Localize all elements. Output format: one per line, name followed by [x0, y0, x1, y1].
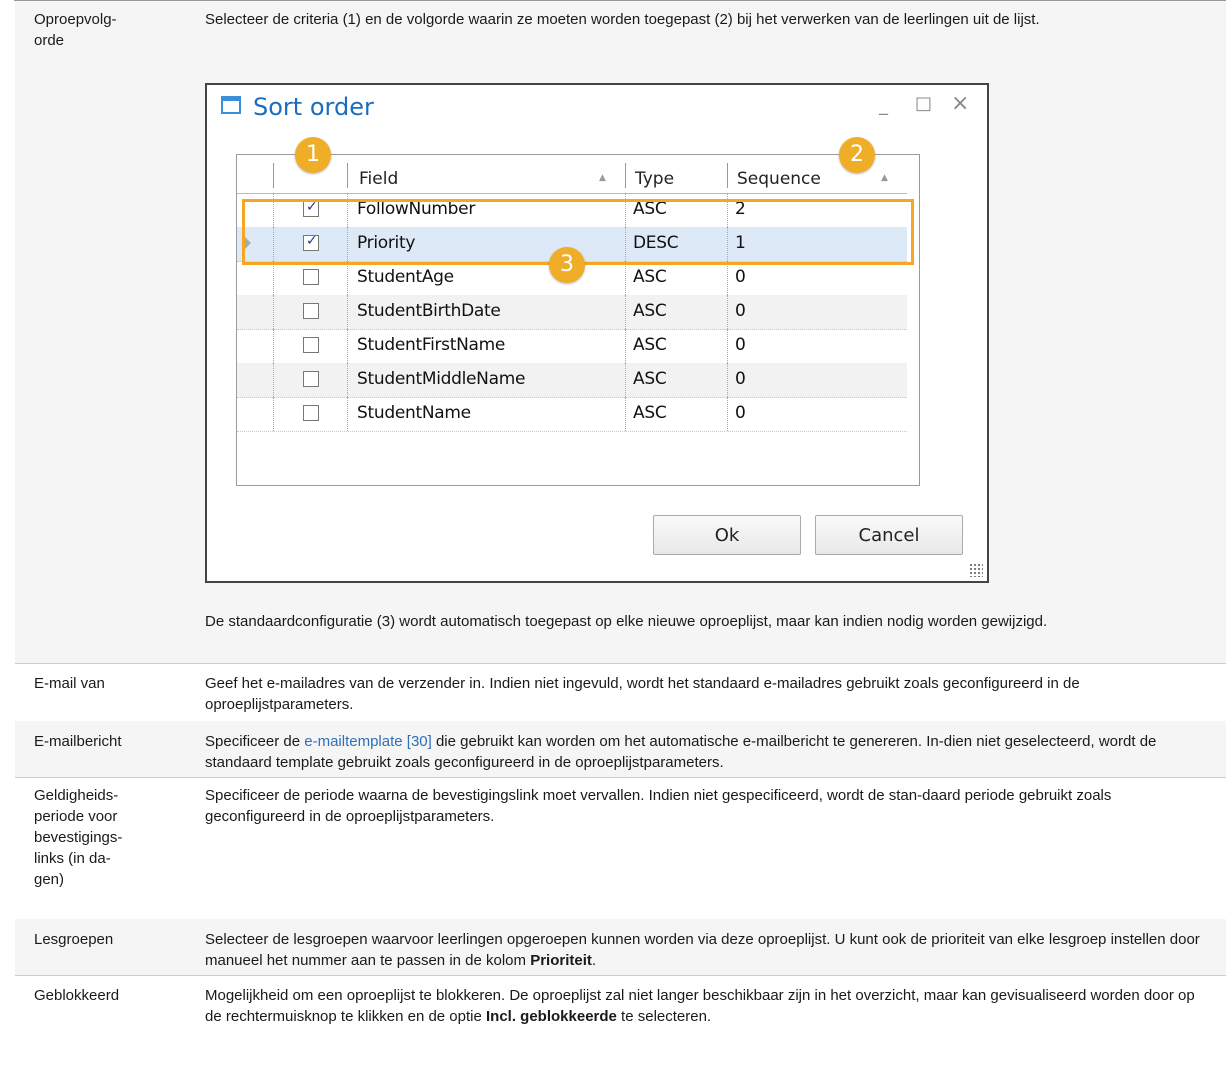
row-description: Selecteer de lesgroepen waarvoor leerlin… [205, 931, 1200, 969]
sequence-cell: 0 [735, 301, 746, 321]
sort-order-dialog: Sort order _ □ × Field ▲ Type Sequence ▲ [205, 83, 989, 583]
field-cell: StudentName [357, 403, 471, 423]
type-cell: ASC [633, 403, 667, 423]
row-description: Specificeer de e-mailtemplate [30] die g… [205, 733, 1157, 771]
close-icon[interactable]: × [951, 91, 969, 116]
type-cell: ASC [633, 335, 667, 355]
field-cell: StudentBirthDate [357, 301, 501, 321]
table-row-emailbericht: E-mailbericht Specificeer de e-mailtempl… [15, 721, 1226, 778]
row-label: Geldigheids- periode voor bevestigings- … [34, 787, 123, 888]
row-description: Mogelijkheid om een oproeplijst te blokk… [205, 987, 1195, 1025]
minimize-icon[interactable]: _ [879, 95, 888, 116]
grid-header: Field ▲ Type Sequence ▲ [237, 155, 907, 194]
row-label: E-mail van [34, 675, 105, 692]
type-cell: ASC [633, 301, 667, 321]
table-row-geldigheidsperiode: Geldigheids- periode voor bevestigings- … [15, 777, 1226, 920]
table-row-geblokkeerd: Geblokkeerd Mogelijkheid om een oproepli… [15, 975, 1226, 1069]
table-row-email-van: E-mail van Geef het e-mailadres van de v… [15, 663, 1226, 722]
grid-row[interactable]: StudentName ASC 0 [237, 397, 907, 432]
checkbox[interactable] [303, 337, 319, 353]
checkbox[interactable] [303, 371, 319, 387]
column-header-sequence[interactable]: Sequence [737, 169, 821, 189]
window-icon [221, 96, 241, 114]
sequence-cell: 0 [735, 267, 746, 287]
cancel-button[interactable]: Cancel [815, 515, 963, 555]
row-label: Lesgroepen [34, 931, 114, 948]
grid-row[interactable]: StudentFirstName ASC 0 [237, 329, 907, 364]
row-label: Oproepvolg- orde [34, 11, 117, 49]
ok-button[interactable]: Ok [653, 515, 801, 555]
sort-asc-icon: ▲ [881, 173, 888, 183]
type-cell: ASC [633, 369, 667, 389]
field-cell: StudentFirstName [357, 335, 506, 355]
dialog-title: Sort order [253, 93, 374, 121]
field-cell: StudentMiddleName [357, 369, 526, 389]
checkbox[interactable] [303, 269, 319, 285]
maximize-icon[interactable]: □ [915, 93, 932, 114]
table-row-oproepvolgorde: Oproepvolg- orde Selecteer de criteria (… [15, 1, 1226, 664]
resize-grip-icon[interactable] [969, 563, 983, 577]
callout-badge-2: 2 [839, 137, 875, 173]
row-description: Selecteer de criteria (1) en de volgorde… [205, 11, 1040, 28]
row-label: Geblokkeerd [34, 987, 120, 1004]
sort-asc-icon: ▲ [599, 173, 606, 183]
table-row-lesgroepen: Lesgroepen Selecteer de lesgroepen waarv… [15, 919, 1226, 976]
sequence-cell: 0 [735, 335, 746, 355]
parameter-table: Oproepvolg- orde Selecteer de criteria (… [14, 0, 1226, 1025]
sequence-cell: 0 [735, 369, 746, 389]
row-label: E-mailbericht [34, 733, 122, 750]
callout-badge-3: 3 [549, 247, 585, 283]
callout-badge-1: 1 [295, 137, 331, 173]
type-cell: ASC [633, 267, 667, 287]
grid-row[interactable]: StudentMiddleName ASC 0 [237, 363, 907, 398]
grid-row[interactable]: StudentBirthDate ASC 0 [237, 295, 907, 330]
column-header-type[interactable]: Type [635, 169, 674, 189]
checkbox[interactable] [303, 303, 319, 319]
email-template-link[interactable]: e-mailtemplate [30] [304, 733, 432, 750]
field-cell: StudentAge [357, 267, 454, 287]
row-description: Specificeer de periode waarna de bevesti… [205, 787, 1112, 825]
column-header-field[interactable]: Field [359, 169, 398, 189]
sequence-cell: 0 [735, 403, 746, 423]
row-description-bottom: De standaardconfiguratie (3) wordt autom… [205, 613, 1048, 630]
checkbox[interactable] [303, 405, 319, 421]
row-description: Geef het e-mailadres van de verzender in… [205, 675, 1080, 713]
